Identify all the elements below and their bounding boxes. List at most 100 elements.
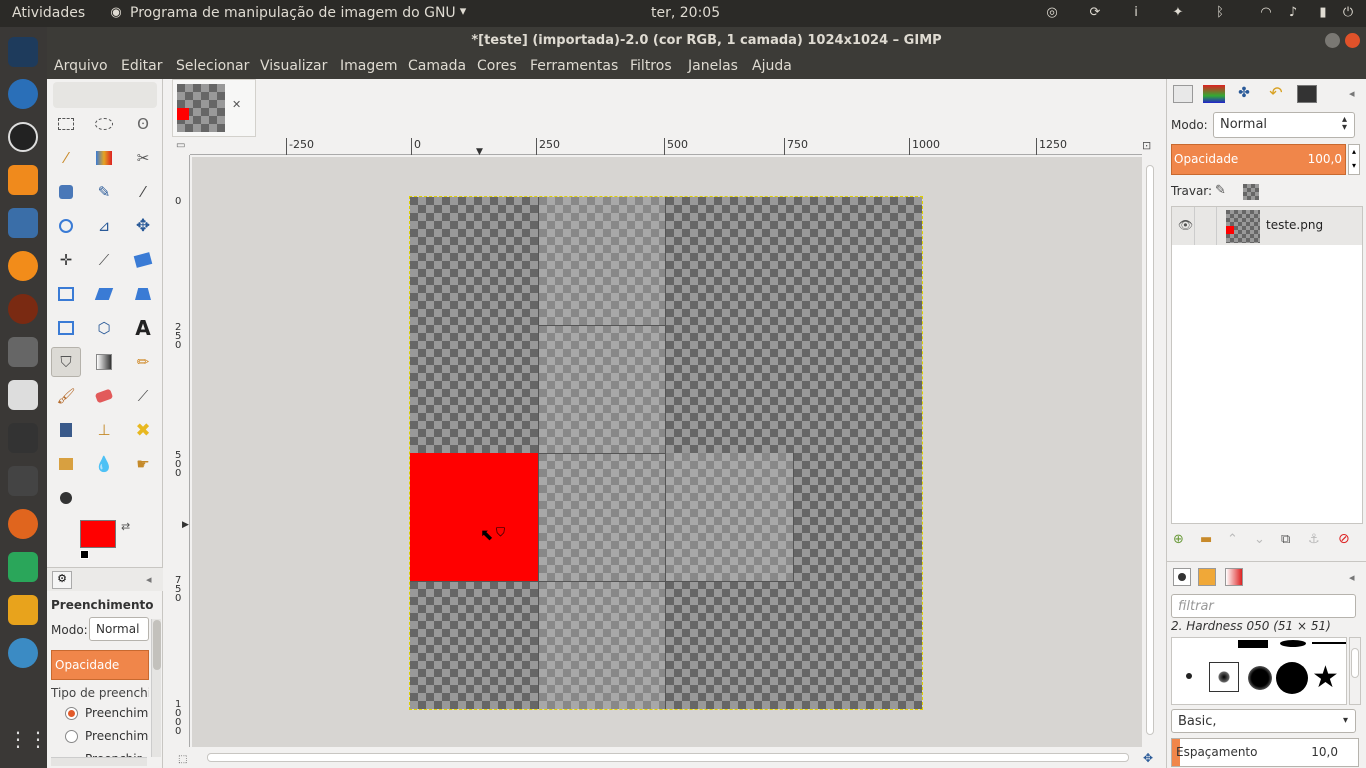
- launcher-camera-icon[interactable]: [8, 380, 38, 410]
- tool-options-scrollbar[interactable]: [151, 619, 161, 757]
- minimize-button[interactable]: [1325, 33, 1340, 48]
- launcher-vlc-icon[interactable]: [8, 165, 38, 195]
- brush-filter-input[interactable]: filtrar: [1171, 594, 1356, 618]
- flip-icon[interactable]: [51, 313, 81, 343]
- text-tool-icon[interactable]: A: [128, 313, 158, 343]
- rotate-icon[interactable]: [128, 245, 158, 275]
- dropbox-icon[interactable]: ✦: [1170, 5, 1186, 21]
- anchor-layer-icon[interactable]: ⚓: [1308, 532, 1320, 547]
- layers-opacity-slider[interactable]: Opacidade 100,0: [1171, 144, 1346, 175]
- paths-tab-icon[interactable]: ✤: [1233, 85, 1255, 103]
- menu-cores[interactable]: Cores: [477, 58, 517, 74]
- eraser-icon[interactable]: [89, 381, 119, 411]
- dock-menu-icon[interactable]: ◂: [1349, 87, 1355, 100]
- menu-selecionar[interactable]: Selecionar: [176, 58, 249, 74]
- shear-icon[interactable]: [89, 279, 119, 309]
- menu-camada[interactable]: Camada: [408, 58, 466, 74]
- lock-pixels-icon[interactable]: ✎: [1215, 183, 1226, 198]
- vertical-ruler[interactable]: 0 2 5 0 5 0 0 7 5 0 1 0 0 0 ▶: [172, 155, 190, 747]
- launcher-green-icon[interactable]: [8, 552, 38, 582]
- smudge-icon[interactable]: ☛: [128, 449, 158, 479]
- clone-icon[interactable]: ⊥: [89, 415, 119, 445]
- swap-colors-icon[interactable]: ⇄: [121, 520, 130, 533]
- ruler-corner[interactable]: ▭: [172, 138, 188, 155]
- blend-icon[interactable]: [89, 347, 119, 377]
- brush-item[interactable]: [1186, 673, 1192, 679]
- scale-icon[interactable]: [51, 279, 81, 309]
- duplicate-layer-icon[interactable]: ⧉: [1281, 532, 1290, 547]
- layer-row[interactable]: 👁 teste.png: [1172, 207, 1362, 245]
- zoom-toggle-icon[interactable]: ⊡: [1142, 138, 1160, 155]
- channels-tab-icon[interactable]: [1203, 85, 1225, 103]
- launcher-film-icon[interactable]: [8, 337, 38, 367]
- blur-icon[interactable]: 💧: [89, 449, 119, 479]
- airbrush-icon[interactable]: ⟋: [128, 381, 158, 411]
- foreground-color-swatch[interactable]: [80, 520, 116, 548]
- image-tab[interactable]: ✕: [172, 79, 256, 137]
- menu-editar[interactable]: Editar: [121, 58, 162, 74]
- scissors-icon[interactable]: ✂: [128, 143, 158, 173]
- chevron-down-icon[interactable]: ▾: [455, 4, 471, 20]
- tool-opacity-slider[interactable]: Opacidade: [51, 650, 149, 680]
- launcher-obs-icon[interactable]: [8, 122, 38, 152]
- brush-spacing-slider[interactable]: Espaçamento 10,0: [1171, 738, 1359, 767]
- brush-item[interactable]: [1248, 666, 1272, 690]
- menu-janelas[interactable]: Janelas: [688, 58, 738, 74]
- volume-icon[interactable]: ♪: [1285, 5, 1301, 21]
- clock[interactable]: ter, 20:05: [651, 5, 720, 21]
- delete-layer-icon[interactable]: ⊘: [1338, 531, 1350, 547]
- cage-transform-icon[interactable]: ⬡: [89, 313, 119, 343]
- brush-grid-scrollbar[interactable]: [1349, 637, 1361, 705]
- menu-ajuda[interactable]: Ajuda: [752, 58, 792, 74]
- heal-icon[interactable]: ✖: [128, 415, 158, 445]
- brushes-tab-icon[interactable]: [1173, 568, 1191, 586]
- raise-layer-icon[interactable]: ⌃: [1227, 532, 1238, 547]
- menu-filtros[interactable]: Filtros: [630, 58, 672, 74]
- default-colors-icon[interactable]: [80, 550, 89, 559]
- move-icon[interactable]: ✥: [128, 211, 158, 241]
- paths-icon[interactable]: ✎: [89, 177, 119, 207]
- wifi-icon[interactable]: ◠: [1258, 5, 1274, 21]
- launcher-wine-icon[interactable]: [8, 208, 38, 238]
- align-icon[interactable]: ✛: [51, 245, 81, 275]
- perspective-clone-icon[interactable]: [51, 449, 81, 479]
- activities-button[interactable]: Atividades: [12, 5, 85, 21]
- new-layer-icon[interactable]: ⊕: [1173, 532, 1184, 547]
- lock-alpha-icon[interactable]: [1243, 184, 1259, 200]
- layer-name[interactable]: teste.png: [1266, 218, 1323, 232]
- foreground-select-icon[interactable]: [51, 177, 81, 207]
- brush-item[interactable]: [1238, 640, 1268, 648]
- panel-menu-icon[interactable]: ◂: [146, 573, 152, 586]
- brush-grid[interactable]: ★: [1171, 637, 1347, 705]
- close-tab-icon[interactable]: ✕: [232, 98, 241, 111]
- paintbrush-icon[interactable]: 🖌: [51, 381, 81, 411]
- launcher-drop-icon[interactable]: [8, 509, 38, 539]
- app-menu-label[interactable]: Programa de manipulação de imagem do GNU: [130, 5, 456, 21]
- battery-icon[interactable]: ▮: [1315, 5, 1331, 21]
- tab-extra-icon[interactable]: [1297, 85, 1317, 103]
- power-icon[interactable]: ⏻: [1340, 5, 1356, 21]
- tool-mode-select[interactable]: Normal: [89, 617, 149, 641]
- layers-tab-icon[interactable]: [1173, 85, 1193, 103]
- color-select-icon[interactable]: [89, 143, 119, 173]
- launcher-app-icon[interactable]: [8, 37, 38, 67]
- visibility-eye-icon[interactable]: 👁: [1178, 218, 1193, 232]
- image-canvas[interactable]: ⬉ ⛉: [409, 196, 923, 710]
- tool-options-hscrollbar[interactable]: [51, 757, 147, 766]
- canvas-hscrollbar[interactable]: ⬚ ✥: [172, 749, 1160, 768]
- rect-select-icon[interactable]: [51, 109, 81, 139]
- menu-ferramentas[interactable]: Ferramentas: [530, 58, 618, 74]
- brush-item-selected[interactable]: [1209, 662, 1239, 692]
- lasso-icon[interactable]: ʘ: [128, 109, 158, 139]
- opacity-spin-button[interactable]: ▴ ▾: [1348, 144, 1360, 175]
- menu-arquivo[interactable]: Arquivo: [54, 58, 108, 74]
- horizontal-ruler[interactable]: -250 0 250 500 750 1000 1250 ▼: [190, 138, 1142, 157]
- measure-icon[interactable]: ⊿: [89, 211, 119, 241]
- new-layer-group-icon[interactable]: ▬: [1200, 532, 1212, 547]
- launcher-torch-icon[interactable]: [8, 595, 38, 625]
- navigate-icon[interactable]: ✥: [1143, 751, 1153, 765]
- canvas-vscrollbar[interactable]: [1142, 157, 1158, 747]
- menu-imagem[interactable]: Imagem: [340, 58, 397, 74]
- launcher-player-icon[interactable]: [8, 79, 38, 109]
- crop-icon[interactable]: ⟋: [89, 245, 119, 275]
